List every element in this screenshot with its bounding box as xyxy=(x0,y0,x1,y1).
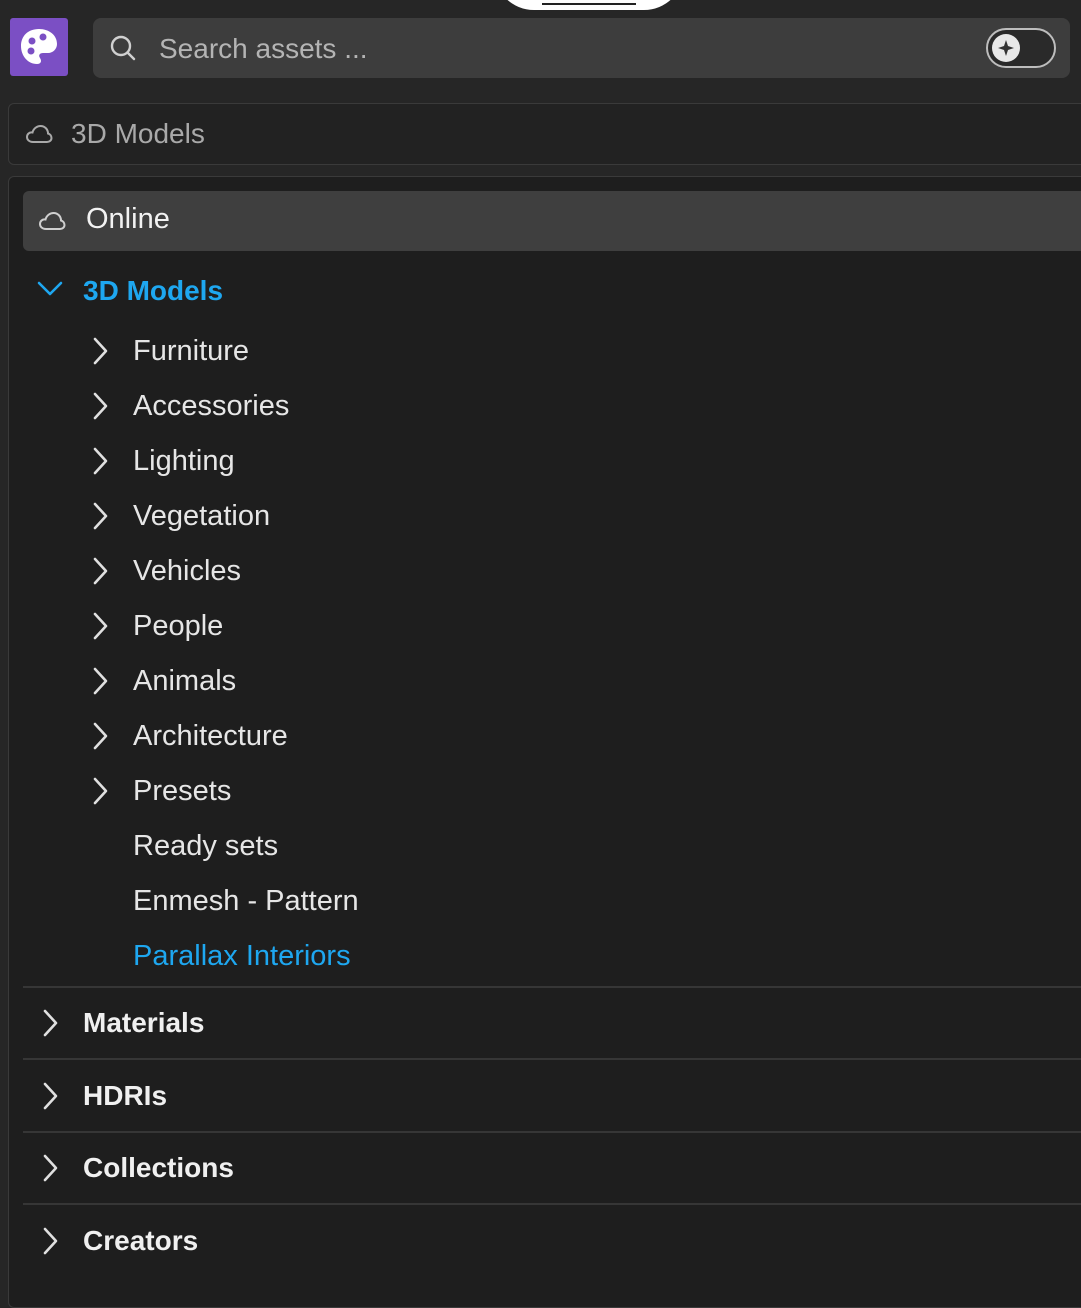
subcategory-label: Accessories xyxy=(133,389,290,422)
subcategory-vehicles[interactable]: Vehicles xyxy=(83,549,1081,593)
subcategory-label: Vegetation xyxy=(133,499,271,532)
cloud-icon xyxy=(38,211,66,230)
leaf-item-label: Enmesh - Pattern xyxy=(133,884,359,917)
subcategory-vegetation[interactable]: Vegetation xyxy=(83,494,1081,538)
chevron-right-icon xyxy=(93,777,108,805)
subcategory-label: Architecture xyxy=(133,719,288,752)
subcategory-label: People xyxy=(133,609,224,642)
subcategory-label: Vehicles xyxy=(133,554,242,587)
subcategory-furniture[interactable]: Furniture xyxy=(83,329,1081,373)
divider xyxy=(23,986,1081,988)
toggle-knob xyxy=(992,34,1020,62)
chevron-right-icon xyxy=(93,667,108,695)
subcategory-label: Lighting xyxy=(133,444,235,477)
chevron-right-icon xyxy=(93,612,108,640)
chevron-right-icon xyxy=(93,447,108,475)
section-label: Collections xyxy=(83,1152,234,1183)
sparkle-icon xyxy=(998,40,1014,56)
section-creators[interactable]: Creators xyxy=(33,1219,1081,1263)
chevron-right-icon xyxy=(93,392,108,420)
divider xyxy=(23,1058,1081,1060)
cloud-icon xyxy=(25,124,53,143)
leaf-item-label: Ready sets xyxy=(133,829,279,862)
section-label: HDRIs xyxy=(83,1080,168,1111)
section-collections[interactable]: Collections xyxy=(33,1146,1081,1190)
app-logo[interactable] xyxy=(10,18,68,76)
top-notch xyxy=(494,0,684,10)
subcategory-architecture[interactable]: Architecture xyxy=(83,714,1081,758)
breadcrumb[interactable]: 3D Models xyxy=(8,103,1081,165)
divider xyxy=(23,1203,1081,1205)
chevron-right-icon xyxy=(43,1082,58,1110)
leaf-item-enmesh-pattern[interactable]: Enmesh - Pattern xyxy=(133,879,1081,923)
breadcrumb-label: 3D Models xyxy=(71,118,205,149)
divider xyxy=(23,1131,1081,1133)
search-bar[interactable] xyxy=(93,18,1070,78)
section-hdris[interactable]: HDRIs xyxy=(33,1074,1081,1118)
chevron-right-icon xyxy=(43,1154,58,1182)
subcategory-lighting[interactable]: Lighting xyxy=(83,439,1081,483)
subcategory-accessories[interactable]: Accessories xyxy=(83,384,1081,428)
ai-search-toggle[interactable] xyxy=(986,28,1056,68)
section-label: Creators xyxy=(83,1225,199,1256)
chevron-right-icon xyxy=(93,502,108,530)
search-icon xyxy=(110,35,136,61)
chevron-right-icon xyxy=(93,337,108,365)
chevron-right-icon xyxy=(43,1227,58,1255)
active-item-label: Parallax Interiors xyxy=(133,939,351,972)
chevron-right-icon xyxy=(93,557,108,585)
leaf-item-ready-sets[interactable]: Ready sets xyxy=(133,824,1081,868)
section-label: 3D Models xyxy=(83,275,224,306)
search-input[interactable] xyxy=(157,28,961,70)
palette-icon xyxy=(21,29,57,64)
leaf-item-parallax-interiors[interactable]: Parallax Interiors xyxy=(133,934,1081,978)
chevron-right-icon xyxy=(43,1009,58,1037)
subcategory-animals[interactable]: Animals xyxy=(83,659,1081,703)
subcategory-label: Presets xyxy=(133,774,232,807)
subcategory-people[interactable]: People xyxy=(83,604,1081,648)
section-materials[interactable]: Materials xyxy=(33,1001,1081,1045)
subcategory-label: Furniture xyxy=(133,334,250,367)
chevron-down-icon xyxy=(37,281,63,296)
subcategory-presets[interactable]: Presets xyxy=(83,769,1081,813)
online-source-row[interactable]: Online xyxy=(23,191,1081,251)
section-label: Materials xyxy=(83,1007,205,1038)
section-3d-models[interactable]: 3D Models xyxy=(33,269,1081,313)
category-tree-panel: Online 3D Models Furniture Accessories L… xyxy=(8,176,1081,1308)
chevron-right-icon xyxy=(93,722,108,750)
online-label: Online xyxy=(86,203,170,235)
subcategory-label: Animals xyxy=(133,664,237,697)
